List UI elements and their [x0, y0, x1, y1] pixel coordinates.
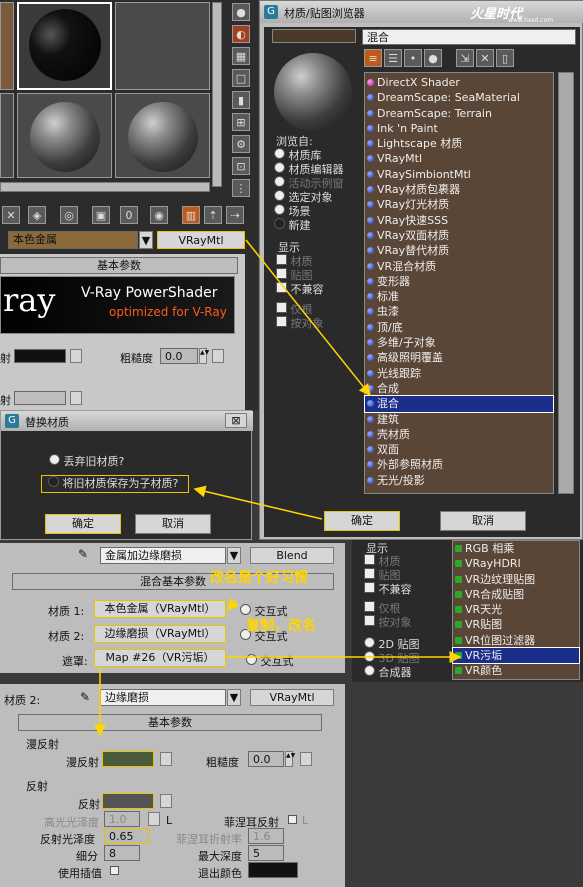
arrow-type-to-blend: [245, 239, 371, 397]
annotation-arrows: [94, 239, 462, 737]
arrow-ok-to-option: [193, 485, 323, 520]
arrow-rename: [227, 598, 240, 612]
